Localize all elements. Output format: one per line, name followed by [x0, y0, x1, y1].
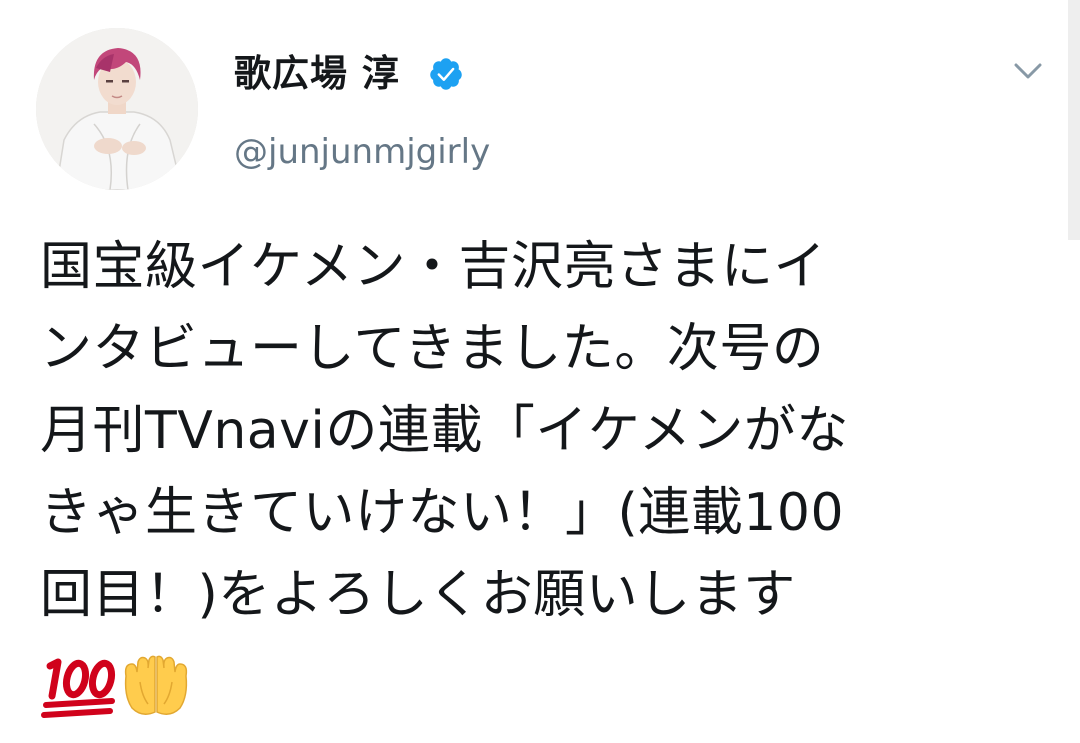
scrollbar[interactable]	[1068, 0, 1080, 240]
tweet-text-line: きゃ生きていけない！」(連載100	[40, 483, 845, 543]
author-handle[interactable]: @junjunmjgirly	[234, 132, 490, 172]
chevron-down-icon[interactable]	[1008, 56, 1048, 86]
tweet-text-line: ンタビューしてきました。次号の	[40, 319, 825, 379]
tweet-text-line: 回目！)をよろしくお願いします	[40, 565, 796, 625]
tweet-text: 国宝級イケメン・吉沢亮さまにイ ンタビューしてきました。次号の 月刊TVnavi…	[40, 226, 1050, 636]
hundred-points-emoji-icon	[41, 658, 116, 718]
tweet-text-line: 国宝級イケメン・吉沢亮さまにイ	[40, 237, 826, 297]
avatar-photo-icon	[36, 28, 198, 190]
palms-up-together-emoji-icon	[124, 655, 188, 715]
tweet-text-line: 月刊TVnaviの連載「イケメンがな	[40, 401, 849, 461]
author-display-name[interactable]: 歌広場 淳	[234, 52, 400, 96]
verified-badge-icon	[430, 58, 462, 90]
tweet-card: 歌広場 淳 @junjunmjgirly 国宝級イケメン・吉沢亮さまにイ ンタビ…	[0, 0, 1080, 743]
avatar[interactable]	[36, 28, 198, 190]
